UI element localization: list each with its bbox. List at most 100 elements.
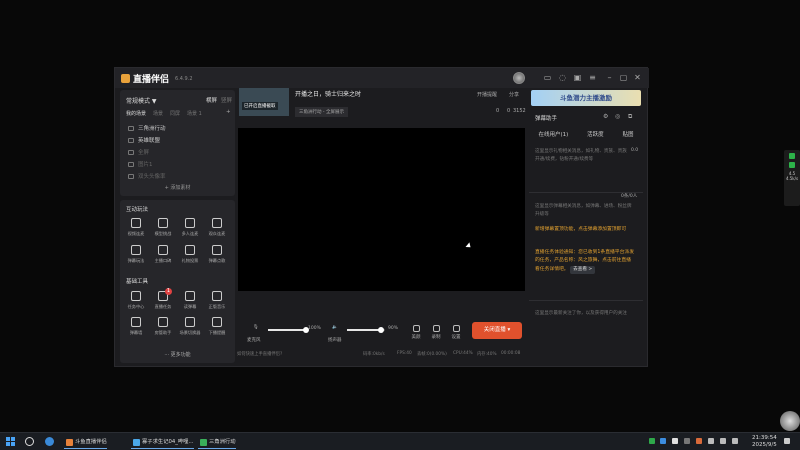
gear-icon — [452, 325, 460, 332]
menu-icon[interactable]: ≡ — [588, 73, 597, 82]
scene-item[interactable]: 全屏 — [128, 148, 228, 156]
battery-icon[interactable] — [732, 438, 738, 444]
close-icon[interactable]: ✕ — [633, 73, 642, 82]
tray-icon[interactable] — [684, 438, 690, 444]
scene-item[interactable]: 三角洲行动 — [128, 124, 228, 132]
help-tip[interactable]: 如何快速上手直播伴侣? — [237, 351, 282, 357]
beauty-button[interactable]: 美颜 — [409, 325, 423, 340]
status-icon — [789, 162, 795, 168]
end-reminder-tool[interactable]: 下播提醒 — [205, 317, 229, 336]
volume-icon[interactable] — [720, 438, 726, 444]
clock-icon — [212, 317, 222, 327]
tab-scene[interactable]: 场景 — [153, 110, 163, 117]
notice-top-feature: 新增弹幕置顶功能，点击弹幕添加置顶即可 — [535, 227, 627, 232]
notification-icon[interactable] — [784, 438, 790, 444]
live-duration: 00:00:08 — [501, 351, 521, 356]
settings-button[interactable]: 设置 — [449, 325, 463, 340]
room-title[interactable]: 开播之日，骑士归来之时 — [295, 89, 361, 98]
gear-icon[interactable]: ⚙ — [603, 113, 608, 120]
danmaku-wall-tool[interactable]: 弹幕墙 — [124, 317, 148, 336]
plus-icon — [212, 218, 222, 228]
scene-item[interactable]: 图片1 — [128, 160, 228, 168]
live-task-tool[interactable]: 1 直播任务 — [151, 288, 175, 310]
system-clock[interactable]: 21:39:54 2025/9/5 — [752, 435, 777, 449]
mic-slider[interactable] — [268, 327, 309, 333]
danmaku-tabs: 在线用户(1) 活跃度 贴图 — [529, 130, 643, 138]
tab-scene-1[interactable]: 场景 1 — [187, 110, 202, 117]
minimize-icon[interactable]: – — [605, 73, 614, 82]
add-scene-icon[interactable]: + — [226, 109, 231, 115]
tab-stickers[interactable]: 贴图 — [623, 130, 634, 138]
add-source-button[interactable]: + 添加素材 — [120, 184, 235, 191]
game-icon — [131, 245, 141, 255]
user-avatar[interactable] — [513, 72, 525, 84]
multi-link-tool[interactable]: 多人连麦 — [178, 218, 202, 237]
left-panel: 常规模式 ▼ 横屏 竖屏 我的场景 场景 同屏 场景 1 + 三角洲行动 英雄联… — [120, 90, 235, 363]
edge-icon[interactable] — [45, 437, 54, 446]
more-features-button[interactable]: ··· 更多功能 — [120, 351, 235, 358]
mic-icon — [131, 218, 141, 228]
wifi-icon[interactable] — [708, 438, 714, 444]
status-icon — [789, 153, 795, 159]
audience-link-tool[interactable]: 观众连麦 — [205, 218, 229, 237]
shirt-icon[interactable]: ▣ — [573, 73, 582, 82]
promo-banner[interactable]: 斗鱼潜力主播激励 — [531, 90, 641, 106]
stat-a: 0 — [496, 108, 500, 114]
taskbar-item-game[interactable]: 三角洲行动 — [198, 436, 236, 449]
portrait-toggle[interactable]: 竖屏 — [221, 96, 232, 104]
popout-icon[interactable]: ⧉ — [628, 113, 632, 121]
close-live-button[interactable]: 关闭直播 ▾ — [472, 322, 522, 339]
maximize-icon[interactable]: ▢ — [619, 73, 628, 82]
tray-icon[interactable] — [696, 438, 702, 444]
cpu-usage: CPU:44% — [453, 351, 473, 356]
windows-start-icon[interactable] — [6, 437, 15, 446]
gift-icon — [185, 245, 195, 255]
target-icon[interactable]: ◎ — [615, 113, 620, 120]
network-monitor[interactable]: 4.5 4.5k/s — [784, 150, 800, 206]
message-icon[interactable]: ▭ — [543, 73, 552, 82]
taskbar-item-bilibili[interactable]: 寡子求生记04_哔哩... — [131, 436, 194, 449]
tab-activity[interactable]: 活跃度 — [587, 130, 604, 138]
speaker-slider-fill — [347, 329, 382, 331]
record-button[interactable]: 录制 — [429, 325, 443, 340]
live-preview[interactable] — [238, 128, 525, 291]
gift-vote-tool[interactable]: 礼物投票 — [178, 245, 202, 264]
live-reminder-button[interactable]: 开播提醒 — [477, 91, 497, 98]
tab-sync[interactable]: 同屏 — [170, 110, 180, 117]
scene-switcher-tool[interactable]: 场景切换器 — [178, 317, 202, 336]
search-icon[interactable] — [25, 437, 34, 446]
danmaku-panel: 斗鱼潜力主播激励 弹幕助手 ⚙ ◎ ⧉ 在线用户(1) 活跃度 贴图 这里显示礼… — [529, 88, 643, 364]
tray-icon[interactable] — [649, 438, 655, 444]
room-cover[interactable]: 已开启直播截取 — [239, 88, 289, 116]
view-task-button[interactable]: 去查看 > — [570, 265, 596, 274]
music-tool[interactable]: 正版音乐 — [205, 291, 229, 310]
read-danmaku-tool[interactable]: 读弹幕 — [178, 291, 202, 310]
taskbar-item-douyu[interactable]: 斗鱼直播伴侣 — [64, 436, 107, 449]
headset-icon[interactable]: ◌ — [558, 73, 567, 82]
tray-icon[interactable] — [672, 438, 678, 444]
landscape-toggle[interactable]: 横屏 — [206, 96, 217, 104]
speaker-slider-knob[interactable] — [378, 327, 385, 333]
model-challenge-tool[interactable]: 模型挑战 — [151, 218, 175, 237]
song-request-tool[interactable]: 弹幕点歌 — [205, 245, 229, 264]
bitrate: 码率:0kb/s — [363, 352, 385, 357]
danmaku-play-tool[interactable]: 弹幕玩法 — [124, 245, 148, 264]
room-admin-tool[interactable]: 房管助手 — [151, 317, 175, 336]
scene-item[interactable]: 双头头像率 — [128, 172, 228, 180]
music-icon — [212, 245, 222, 255]
task-center-tool[interactable]: 任务中心 — [124, 291, 148, 310]
share-button[interactable]: 分享 — [509, 91, 519, 98]
dropped-frames: 丢帧:0(0.00%) — [417, 352, 447, 357]
room-category[interactable]: 三角洲行动 - 全屏展示 — [295, 107, 348, 117]
floating-avatar[interactable] — [780, 411, 800, 431]
tray-icon[interactable] — [660, 438, 666, 444]
scene-item[interactable]: 英雄联盟 — [128, 136, 228, 144]
tab-my-scenes[interactable]: 我的场景 — [126, 110, 146, 117]
host-rating-tool[interactable]: 主播口碑 — [151, 245, 175, 264]
video-link-tool[interactable]: 视频连麦 — [124, 218, 148, 237]
basic-tools-title: 基础工具 — [126, 279, 149, 285]
music-note-icon — [212, 291, 222, 301]
mode-selector[interactable]: 常规模式 ▼ — [126, 96, 157, 105]
speaker-slider[interactable] — [347, 327, 385, 333]
tab-online-users[interactable]: 在线用户(1) — [538, 130, 568, 138]
